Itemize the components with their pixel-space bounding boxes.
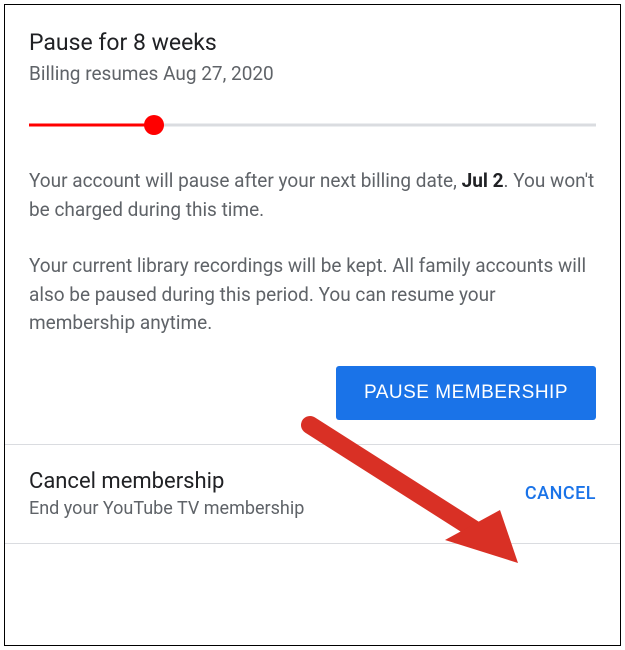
pause-body-1-pre: Your account will pause after your next … [29,169,462,192]
cancel-title: Cancel membership [29,469,304,494]
pause-membership-button[interactable]: PAUSE MEMBERSHIP [336,366,596,420]
cancel-section: Cancel membership End your YouTube TV me… [5,445,620,543]
cancel-subtitle: End your YouTube TV membership [29,498,304,519]
slider-thumb[interactable] [144,115,164,135]
pause-body-1: Your account will pause after your next … [29,167,596,224]
pause-duration-slider[interactable] [29,115,596,135]
divider-bottom [5,543,620,544]
pause-subtitle: Billing resumes Aug 27, 2020 [29,62,596,85]
pause-body-1-date: Jul 2 [462,169,504,192]
cancel-link[interactable]: CANCEL [525,483,596,504]
slider-fill [29,124,154,127]
pause-title: Pause for 8 weeks [29,29,596,56]
pause-body-2: Your current library recordings will be … [29,252,596,338]
